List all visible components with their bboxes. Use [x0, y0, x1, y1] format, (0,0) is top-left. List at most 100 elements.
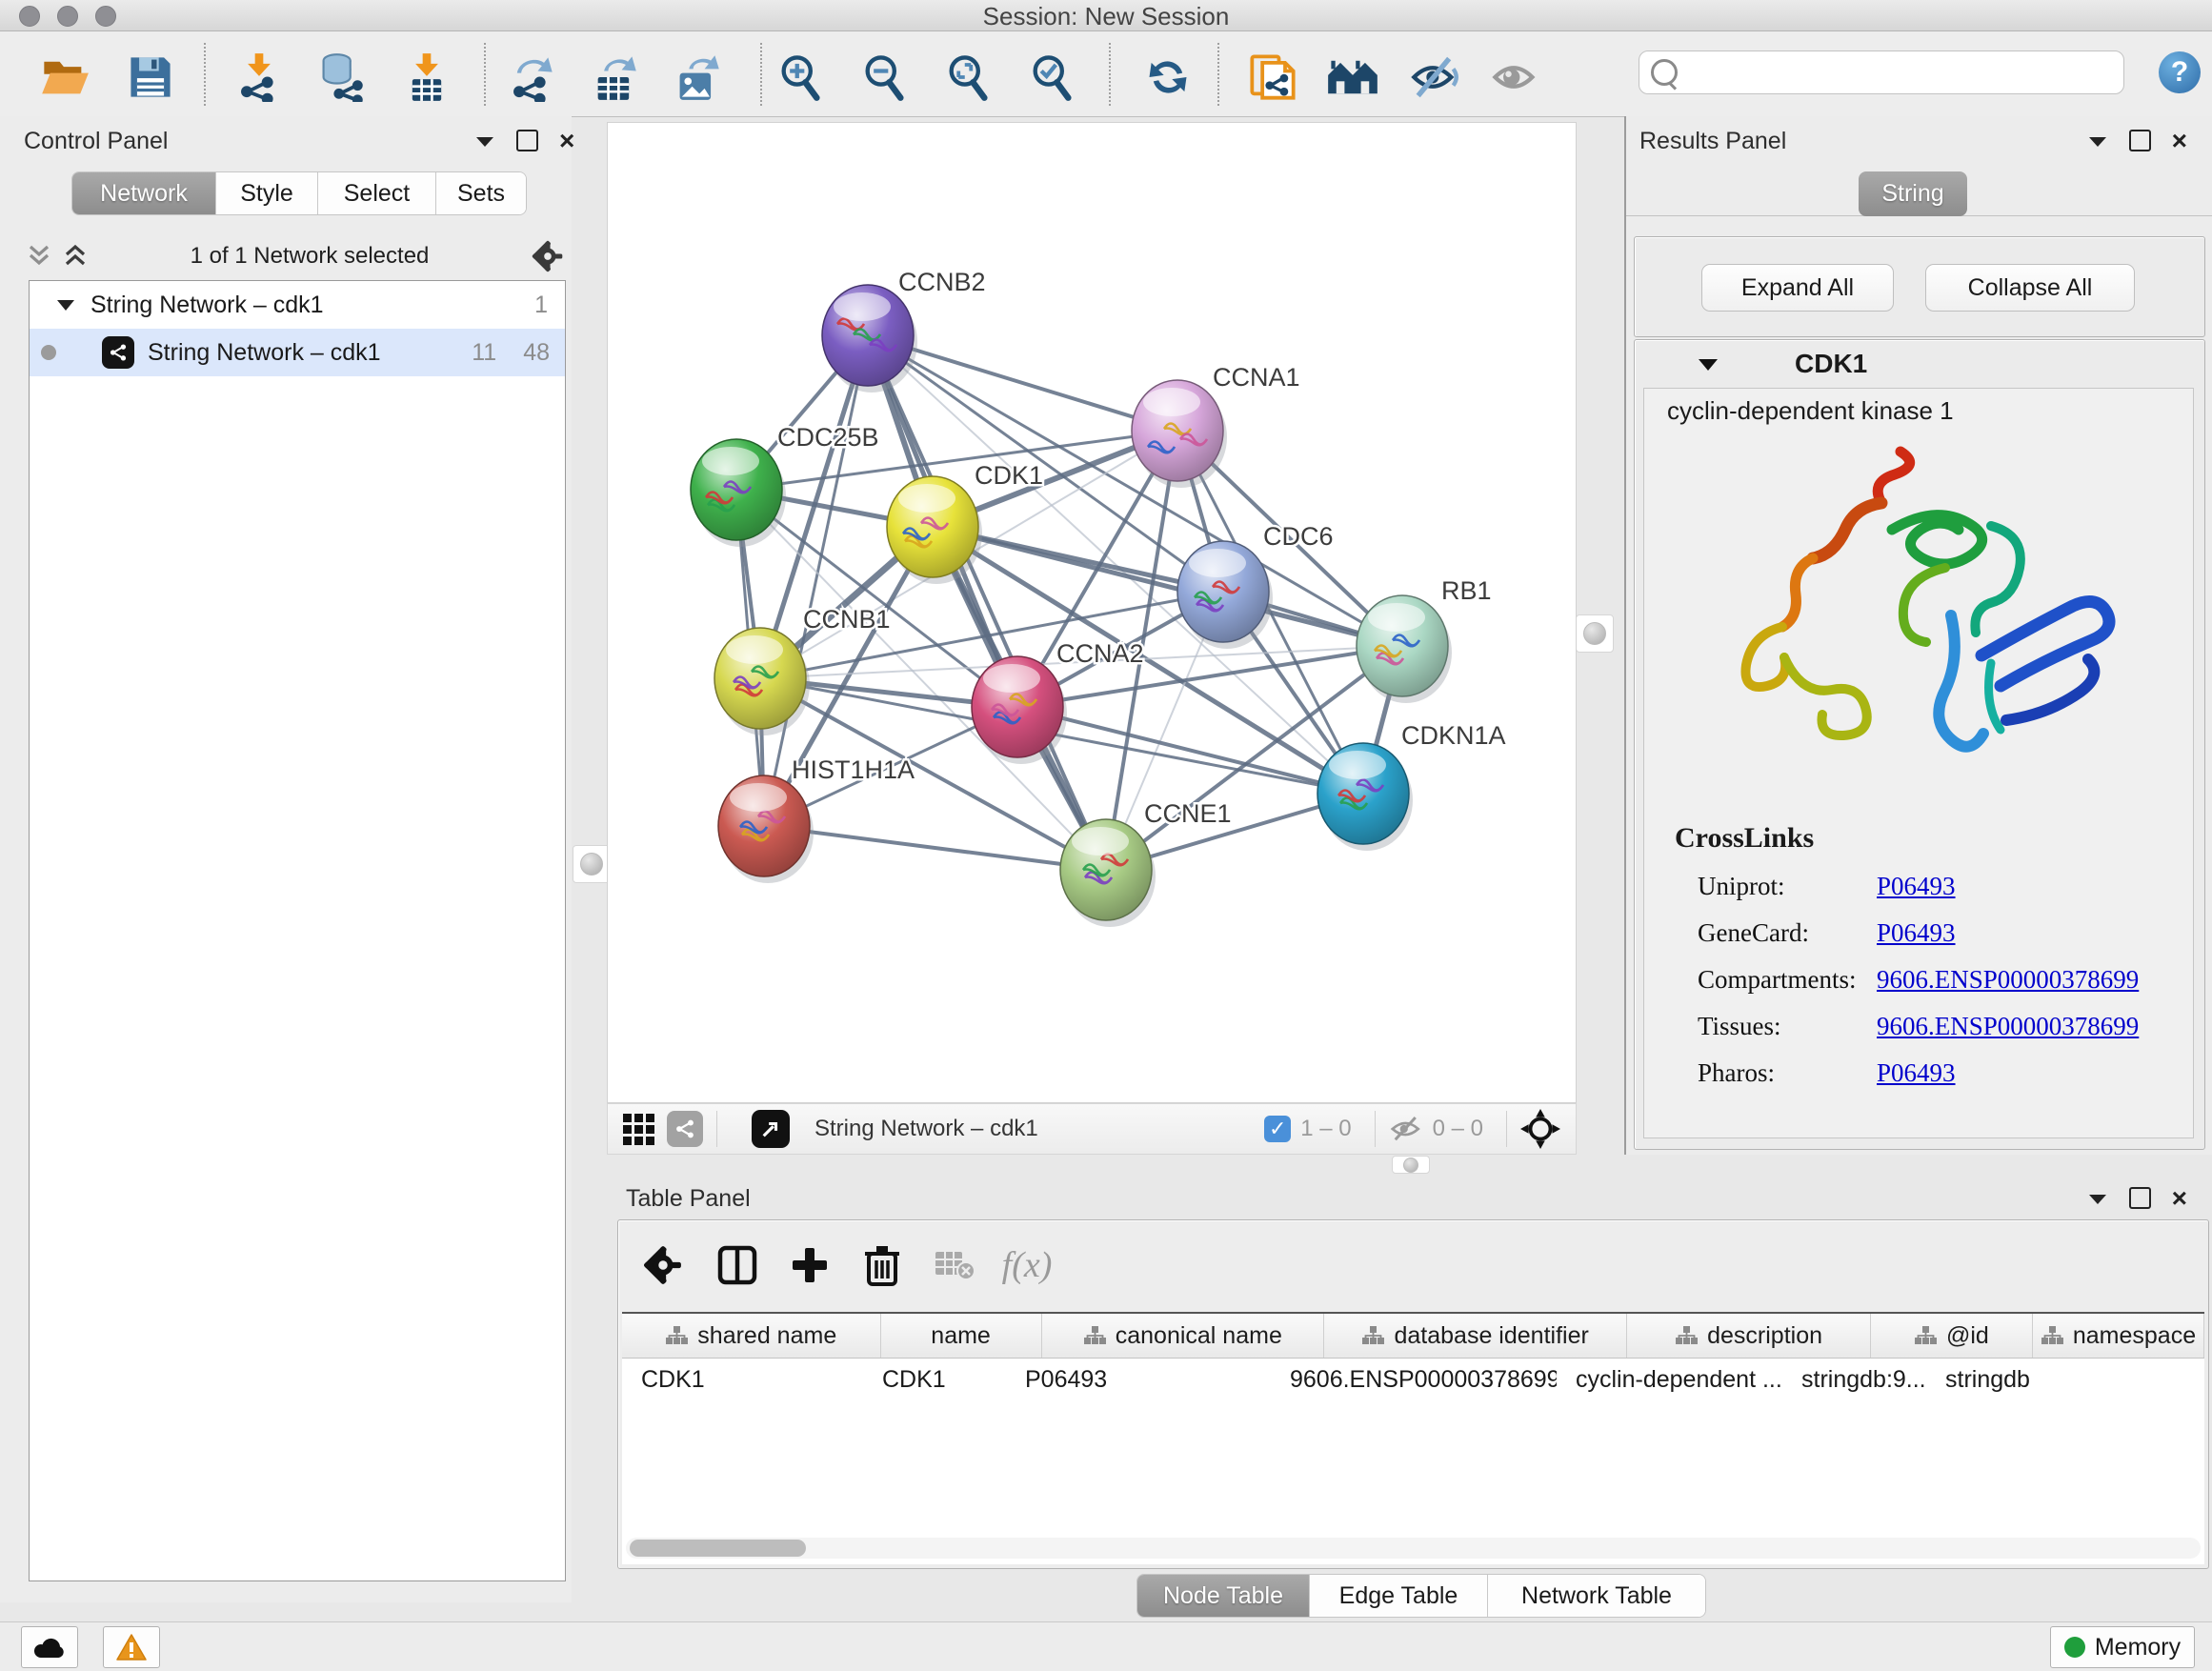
network-collection-row[interactable]: String Network – cdk1 1 — [30, 281, 565, 329]
new-network-from-selection-icon[interactable] — [1246, 50, 1299, 104]
network-node-ccnb1[interactable]: CCNB1 — [714, 605, 891, 735]
network-row[interactable]: String Network – cdk1 11 48 — [30, 329, 565, 376]
table-row[interactable]: CDK1CDK1P064939606.ENSP00000378699cyclin… — [622, 1359, 2204, 1400]
search-input[interactable] — [1685, 58, 2123, 87]
table-horizontal-scrollbar[interactable] — [626, 1538, 2201, 1559]
gene-section-header[interactable]: CDK1 — [1635, 340, 2204, 388]
import-network-file-icon[interactable] — [232, 50, 286, 104]
network-node-cdk1[interactable]: CDK1 — [887, 461, 1043, 584]
network-node-rb1[interactable]: RB1 — [1357, 576, 1492, 703]
cell-database-identifier[interactable]: 9606.ENSP00000378699 — [1271, 1366, 1557, 1394]
birdseye-toggle-icon[interactable] — [1520, 1109, 1560, 1149]
memory-button[interactable]: Memory — [2050, 1626, 2195, 1668]
column-header-namespace[interactable]: namespace — [2033, 1314, 2204, 1358]
detach-view-icon[interactable] — [752, 1110, 790, 1148]
cell-canonical-name[interactable]: P06493 — [1006, 1366, 1271, 1394]
panel-close-icon[interactable]: × — [559, 131, 574, 151]
panel-maximize-icon[interactable] — [516, 130, 538, 151]
tree-expander-icon[interactable] — [56, 298, 75, 312]
selected-items-icon[interactable]: ✓ — [1264, 1116, 1291, 1142]
tab-node-table[interactable]: Node Table — [1137, 1575, 1310, 1617]
tab-select[interactable]: Select — [318, 172, 436, 214]
cell-description[interactable]: cyclin-dependent ... — [1557, 1366, 1782, 1394]
export-table-icon[interactable] — [588, 50, 641, 104]
cell-namespace[interactable]: stringdb — [1926, 1366, 2080, 1394]
cell-name[interactable]: CDK1 — [863, 1366, 1006, 1394]
collapse-all-icon[interactable] — [27, 243, 51, 270]
zoom-in-icon[interactable] — [774, 50, 827, 104]
first-neighbors-icon[interactable] — [1326, 50, 1379, 104]
node-table[interactable]: shared namenamecanonical namedatabase id… — [622, 1312, 2204, 1564]
network-node-ccne1[interactable]: CCNE1 — [1060, 799, 1232, 927]
column-header-shared-name[interactable]: shared name — [622, 1314, 881, 1358]
table-options-gear-icon[interactable] — [639, 1241, 687, 1289]
import-network-database-icon[interactable] — [314, 50, 368, 104]
save-session-icon[interactable] — [124, 50, 177, 104]
column-header-name[interactable]: name — [881, 1314, 1042, 1358]
network-node-cdc6[interactable]: CDC6 — [1177, 522, 1334, 649]
network-node-hist1h1a[interactable]: HIST1H1A — [718, 755, 915, 883]
expand-all-button[interactable]: Expand All — [1701, 264, 1894, 312]
network-edge[interactable] — [764, 826, 1106, 870]
column-header--id[interactable]: @id — [1871, 1314, 2033, 1358]
panel-maximize-icon[interactable] — [2129, 1187, 2151, 1209]
crosslink-link[interactable]: P06493 — [1877, 1058, 1956, 1088]
bottom-splitter-grip[interactable] — [1392, 1156, 1430, 1174]
create-column-icon[interactable] — [786, 1241, 834, 1289]
cloud-status-button[interactable] — [21, 1626, 78, 1668]
expand-all-icon[interactable] — [63, 243, 88, 270]
left-splitter-grip[interactable] — [573, 845, 611, 883]
zoom-fit-icon[interactable] — [941, 50, 995, 104]
warnings-button[interactable] — [103, 1626, 160, 1668]
tab-network[interactable]: Network — [72, 172, 216, 214]
grid-view-icon[interactable] — [621, 1112, 655, 1146]
panel-float-icon[interactable] — [474, 134, 495, 148]
tab-string[interactable]: String — [1859, 171, 1967, 216]
network-node-cdkn1a[interactable]: CDKN1A — [1317, 721, 1506, 851]
crosslink-link[interactable]: P06493 — [1877, 872, 1956, 901]
panel-float-icon[interactable] — [2087, 1192, 2108, 1205]
network-edge[interactable] — [868, 335, 1106, 870]
right-splitter-grip[interactable] — [1576, 614, 1614, 653]
collapse-all-button[interactable]: Collapse All — [1925, 264, 2135, 312]
panel-close-icon[interactable]: × — [2172, 1188, 2187, 1209]
network-status-dot — [41, 345, 56, 360]
panel-close-icon[interactable]: × — [2172, 131, 2187, 151]
show-columns-icon[interactable] — [714, 1241, 761, 1289]
crosslink-link[interactable]: 9606.ENSP00000378699 — [1877, 965, 2139, 995]
cell-shared-name[interactable]: CDK1 — [622, 1366, 863, 1394]
network-canvas[interactable]: CCNB2CCNA1CDC25BCDK1CDC6RB1CCNB1CCNA2CDK… — [607, 122, 1577, 1103]
export-image-icon[interactable] — [671, 50, 724, 104]
scrollbar-thumb[interactable] — [630, 1540, 806, 1557]
column-header-database-identifier[interactable]: database identifier — [1324, 1314, 1627, 1358]
open-session-icon[interactable] — [38, 50, 91, 104]
zoom-out-icon[interactable] — [857, 50, 911, 104]
help-button[interactable]: ? — [2159, 51, 2201, 93]
section-expander-icon[interactable] — [1698, 357, 1719, 372]
network-share-view-icon[interactable] — [667, 1111, 703, 1147]
column-header-canonical-name[interactable]: canonical name — [1042, 1314, 1324, 1358]
network-node-ccna1[interactable]: CCNA1 — [1132, 363, 1300, 488]
panel-maximize-icon[interactable] — [2129, 130, 2151, 151]
apply-layout-icon[interactable] — [1141, 50, 1195, 104]
export-network-icon[interactable] — [505, 50, 558, 104]
panel-float-icon[interactable] — [2087, 134, 2108, 148]
tab-sets[interactable]: Sets — [436, 172, 526, 214]
gear-icon[interactable] — [532, 240, 564, 272]
search-box[interactable] — [1639, 50, 2124, 94]
crosslink-link[interactable]: 9606.ENSP00000378699 — [1877, 1012, 2139, 1041]
crosslink-link[interactable]: P06493 — [1877, 918, 1956, 948]
node-label: CCNA1 — [1213, 363, 1300, 392]
cell--id[interactable]: stringdb:9... — [1782, 1366, 1926, 1394]
string-network-graph[interactable]: CCNB2CCNA1CDC25BCDK1CDC6RB1CCNB1CCNA2CDK… — [608, 123, 1576, 1102]
hide-selection-icon[interactable] — [1408, 50, 1461, 104]
delete-columns-icon[interactable] — [858, 1241, 906, 1289]
network-node-ccnb2[interactable]: CCNB2 — [822, 268, 986, 393]
zoom-selected-icon[interactable] — [1025, 50, 1078, 104]
column-header-description[interactable]: description — [1627, 1314, 1871, 1358]
import-table-file-icon[interactable] — [400, 50, 453, 104]
tab-edge-table[interactable]: Edge Table — [1310, 1575, 1488, 1617]
tab-network-table[interactable]: Network Table — [1488, 1575, 1705, 1617]
tab-style[interactable]: Style — [216, 172, 318, 214]
show-all-icon[interactable] — [1488, 50, 1541, 104]
